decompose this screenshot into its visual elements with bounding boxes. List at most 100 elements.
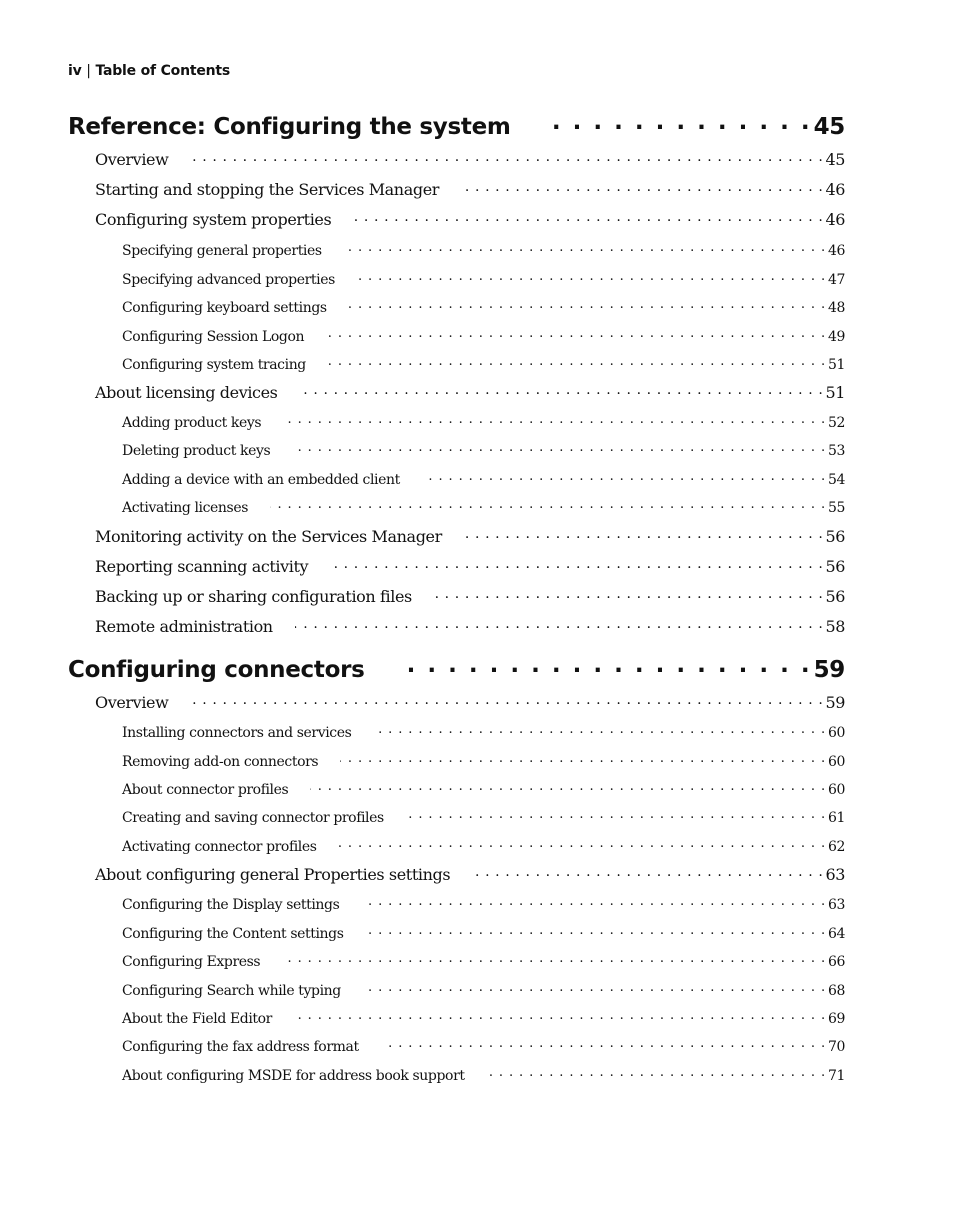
toc-entry-title: About configuring general Properties set… xyxy=(95,865,451,884)
toc-section-entry[interactable]: About configuring general Properties set… xyxy=(68,864,845,883)
toc-entry-title: Monitoring activity on the Services Mana… xyxy=(95,527,442,546)
toc-subsection-entry[interactable]: Activating connector profiles 62 xyxy=(68,837,845,854)
toc-entry-title: Activating connector profiles xyxy=(122,839,317,855)
toc-section-entry[interactable]: Reporting scanning activity 56 xyxy=(68,556,845,575)
dot-leader xyxy=(472,864,823,880)
toc-subsection-entry[interactable]: Creating and saving connector profiles 61 xyxy=(68,808,845,825)
dot-leader xyxy=(464,526,824,542)
toc-entry-page-number: 54 xyxy=(827,472,845,488)
toc-entry-title: Configuring the Display settings xyxy=(122,897,340,913)
toc-section-entry[interactable]: Remote administration 58 xyxy=(68,616,845,635)
toc-entry-page-number: 46 xyxy=(827,243,845,259)
toc-subsection-entry[interactable]: Configuring Express 66 xyxy=(68,952,845,969)
dot-leader xyxy=(283,413,826,427)
toc-entry-title: Removing add-on connectors xyxy=(122,754,319,770)
toc-chapter-entry[interactable]: Configuring connectors 59 xyxy=(68,654,845,682)
toc-subsection-entry[interactable]: Configuring Session Logon 49 xyxy=(68,327,845,344)
toc-subsection-entry[interactable]: Adding product keys 52 xyxy=(68,413,845,430)
toc-subsection-entry[interactable]: Specifying general properties 46 xyxy=(68,241,845,258)
toc-entry-page-number: 62 xyxy=(827,839,845,855)
toc-entry-title: About configuring MSDE for address book … xyxy=(122,1068,465,1084)
running-header: iv | Table of Contents xyxy=(68,63,230,79)
toc-entry-page-number: 60 xyxy=(827,725,845,741)
toc-subsection-entry[interactable]: About the Field Editor 69 xyxy=(68,1009,845,1026)
toc-entry-page-number: 63 xyxy=(825,865,845,884)
toc-subsection-entry[interactable]: Configuring Search while typing 68 xyxy=(68,981,845,998)
toc-entry-page-number: 59 xyxy=(813,657,846,683)
toc-entry-page-number: 49 xyxy=(827,329,845,345)
toc-section-entry[interactable]: Starting and stopping the Services Manag… xyxy=(68,179,845,198)
dot-leader xyxy=(190,149,823,165)
toc-subsection-entry[interactable]: Configuring the Display settings 63 xyxy=(68,895,845,912)
toc-entry-title: Specifying general properties xyxy=(122,243,322,259)
toc-chapter-entry[interactable]: Reference: Configuring the system 45 xyxy=(68,111,845,139)
toc-subsection-entry[interactable]: Configuring keyboard settings 48 xyxy=(68,298,845,315)
toc-entry-title: Configuring the fax address format xyxy=(122,1039,359,1055)
toc-subsection-entry[interactable]: About connector profiles 60 xyxy=(68,780,845,797)
toc-entry-title: Starting and stopping the Services Manag… xyxy=(95,180,440,199)
toc-entry-title: Configuring system tracing xyxy=(122,357,306,373)
toc-entry-title: About the Field Editor xyxy=(122,1011,272,1027)
toc-entry-title: Backing up or sharing configuration file… xyxy=(95,587,412,606)
toc-entry-title: Remote administration xyxy=(95,617,273,636)
toc-section-entry[interactable]: Monitoring activity on the Services Mana… xyxy=(68,526,845,545)
toc-entry-title: Specifying advanced properties xyxy=(122,272,335,288)
dot-leader xyxy=(292,441,826,455)
toc-entry-title: About licensing devices xyxy=(95,383,278,402)
toc-entry-title: Reporting scanning activity xyxy=(95,557,309,576)
toc-entry-title: About connector profiles xyxy=(122,782,289,798)
dot-leader xyxy=(363,981,826,995)
toc-subsection-entry[interactable]: Configuring the fax address format 70 xyxy=(68,1037,845,1054)
toc-section-entry[interactable]: Configuring system properties 46 xyxy=(68,209,845,228)
dot-leader xyxy=(330,556,823,572)
toc-entry-title: Overview xyxy=(95,150,169,169)
toc-subsection-entry[interactable]: Specifying advanced properties 47 xyxy=(68,270,845,287)
dot-leader xyxy=(294,1009,826,1023)
dot-leader xyxy=(310,780,826,794)
toc-section-entry[interactable]: Overview 45 xyxy=(68,149,845,168)
dot-leader xyxy=(381,1037,826,1051)
toc-entry-page-number: 51 xyxy=(827,357,845,373)
toc-subsection-entry[interactable]: About configuring MSDE for address book … xyxy=(68,1066,845,1083)
dot-leader xyxy=(487,1066,826,1080)
toc-entry-page-number: 71 xyxy=(827,1068,845,1084)
toc-entry-page-number: 60 xyxy=(827,754,845,770)
toc-entry-page-number: 60 xyxy=(827,782,845,798)
toc-entry-title: Creating and saving connector profiles xyxy=(122,810,384,826)
toc-subsection-entry[interactable]: Removing add-on connectors 60 xyxy=(68,752,845,769)
toc-entry-page-number: 48 xyxy=(827,300,845,316)
dot-leader xyxy=(366,924,826,938)
toc-entry-page-number: 47 xyxy=(827,272,845,288)
toc-entry-title: Configuring the Content settings xyxy=(122,926,344,942)
toc-entry-page-number: 53 xyxy=(827,443,845,459)
toc-entry-page-number: 52 xyxy=(827,415,845,431)
toc-subsection-entry[interactable]: Activating licenses 55 xyxy=(68,498,845,515)
toc-entry-title: Installing connectors and services xyxy=(122,725,352,741)
toc-entry-page-number: 61 xyxy=(827,810,845,826)
toc-entry-page-number: 59 xyxy=(825,693,845,712)
toc-subsection-entry[interactable]: Configuring the Content settings 64 xyxy=(68,924,845,941)
toc-entry-title: Configuring Session Logon xyxy=(122,329,305,345)
dot-leader xyxy=(357,270,826,284)
toc-entry-title: Configuring system properties xyxy=(95,210,332,229)
toc-entry-title: Adding a device with an embedded client xyxy=(122,472,400,488)
dot-leader xyxy=(349,298,826,312)
toc-entry-page-number: 58 xyxy=(825,617,845,636)
dot-leader xyxy=(434,586,824,602)
toc-subsection-entry[interactable]: Adding a device with an embedded client 5… xyxy=(68,470,845,487)
dot-leader xyxy=(270,498,826,512)
toc-subsection-entry[interactable]: Configuring system tracing 51 xyxy=(68,355,845,372)
toc-entry-title: Activating licenses xyxy=(122,500,248,516)
toc-subsection-entry[interactable]: Installing connectors and services 60 xyxy=(68,723,845,740)
toc-section-entry[interactable]: Backing up or sharing configuration file… xyxy=(68,586,845,605)
toc-section-entry[interactable]: About licensing devices 51 xyxy=(68,382,845,401)
toc-entry-page-number: 68 xyxy=(827,983,845,999)
dot-leader xyxy=(295,616,824,632)
toc-subsection-entry[interactable]: Deleting product keys 53 xyxy=(68,441,845,458)
toc-entry-page-number: 63 xyxy=(827,897,845,913)
toc-section-entry[interactable]: Overview 59 xyxy=(68,692,845,711)
toc-entry-page-number: 69 xyxy=(827,1011,845,1027)
dot-leader xyxy=(406,808,826,822)
dot-leader xyxy=(339,837,826,851)
toc-entry-page-number: 66 xyxy=(827,954,845,970)
